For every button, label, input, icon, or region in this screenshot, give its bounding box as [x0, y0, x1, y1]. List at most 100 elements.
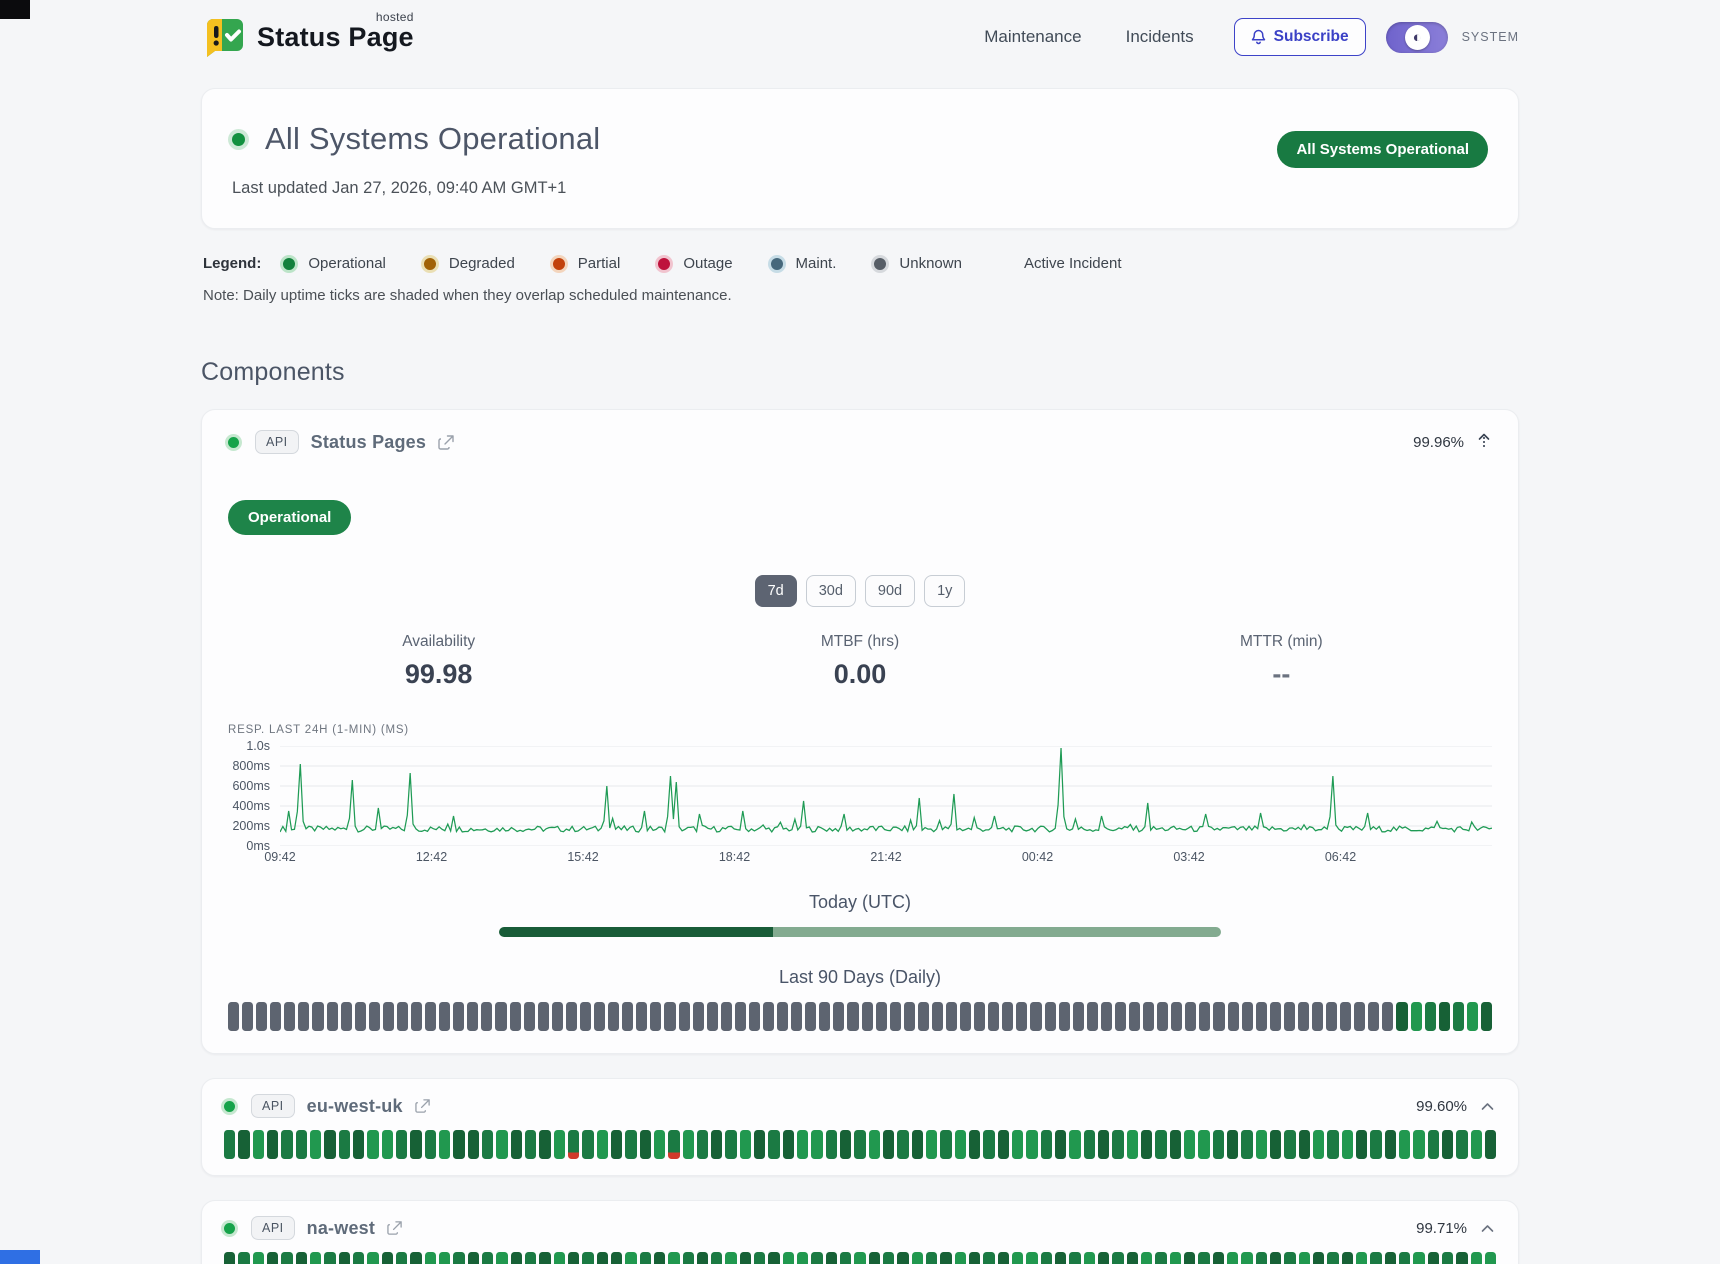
uptime-tick[interactable] — [711, 1252, 722, 1264]
uptime-tick[interactable] — [1382, 1002, 1393, 1031]
uptime-tick[interactable] — [1342, 1130, 1353, 1159]
uptime-tick[interactable] — [1342, 1252, 1353, 1264]
uptime-tick[interactable] — [310, 1130, 321, 1159]
uptime-tick[interactable] — [1411, 1002, 1422, 1031]
uptime-tick[interactable] — [597, 1252, 608, 1264]
uptime-tick[interactable] — [1155, 1252, 1166, 1264]
uptime-tick[interactable] — [883, 1252, 894, 1264]
uptime-tick[interactable] — [763, 1002, 774, 1031]
uptime-tick[interactable] — [754, 1252, 765, 1264]
uptime-tick[interactable] — [468, 1252, 479, 1264]
uptime-tick[interactable] — [1141, 1252, 1152, 1264]
uptime-tick[interactable] — [482, 1130, 493, 1159]
uptime-tick[interactable] — [1270, 1130, 1281, 1159]
uptime-tick[interactable] — [1284, 1002, 1295, 1031]
uptime-tick[interactable] — [327, 1002, 338, 1031]
uptime-tick[interactable] — [367, 1252, 378, 1264]
uptime-tick[interactable] — [511, 1252, 522, 1264]
uptime-tick[interactable] — [1313, 1252, 1324, 1264]
uptime-tick[interactable] — [883, 1130, 894, 1159]
uptime-tick[interactable] — [926, 1252, 937, 1264]
uptime-tick[interactable] — [797, 1252, 808, 1264]
uptime-tick[interactable] — [1326, 1002, 1337, 1031]
uptime-tick[interactable] — [238, 1130, 249, 1159]
uptime-tick[interactable] — [1356, 1252, 1367, 1264]
uptime-tick[interactable] — [554, 1252, 565, 1264]
uptime-tick[interactable] — [568, 1252, 579, 1264]
uptime-tick[interactable] — [783, 1130, 794, 1159]
uptime-tick[interactable] — [1184, 1130, 1195, 1159]
uptime-tick[interactable] — [918, 1002, 929, 1031]
external-link-icon[interactable] — [415, 1098, 431, 1114]
uptime-tick[interactable] — [425, 1002, 436, 1031]
uptime-tick[interactable] — [1157, 1002, 1168, 1031]
uptime-tick[interactable] — [238, 1252, 249, 1264]
uptime-tick[interactable] — [1456, 1130, 1467, 1159]
uptime-tick[interactable] — [854, 1252, 865, 1264]
uptime-tick[interactable] — [960, 1002, 971, 1031]
theme-toggle[interactable]: ◐ — [1386, 22, 1448, 53]
uptime-tick[interactable] — [640, 1130, 651, 1159]
uptime-tick[interactable] — [735, 1002, 746, 1031]
uptime-tick[interactable] — [1069, 1252, 1080, 1264]
uptime-tick[interactable] — [453, 1130, 464, 1159]
uptime-tick[interactable] — [369, 1002, 380, 1031]
uptime-tick[interactable] — [1270, 1252, 1281, 1264]
uptime-tick[interactable] — [654, 1252, 665, 1264]
uptime-tick[interactable] — [768, 1252, 779, 1264]
uptime-tick[interactable] — [1112, 1130, 1123, 1159]
uptime-tick[interactable] — [869, 1252, 880, 1264]
uptime-tick[interactable] — [1298, 1002, 1309, 1031]
uptime-tick[interactable] — [425, 1130, 436, 1159]
uptime-tick[interactable] — [611, 1252, 622, 1264]
uptime-tick[interactable] — [608, 1002, 619, 1031]
uptime-tick[interactable] — [496, 1252, 507, 1264]
uptime-tick[interactable] — [1026, 1252, 1037, 1264]
uptime-tick[interactable] — [224, 1252, 235, 1264]
uptime-tick[interactable] — [1084, 1252, 1095, 1264]
uptime-tick[interactable] — [668, 1252, 679, 1264]
uptime-tick[interactable] — [1213, 1130, 1224, 1159]
uptime-tick[interactable] — [1242, 1002, 1253, 1031]
uptime-tick[interactable] — [539, 1130, 550, 1159]
uptime-tick[interactable] — [611, 1130, 622, 1159]
uptime-tick[interactable] — [1228, 1002, 1239, 1031]
uptime-tick[interactable] — [1284, 1130, 1295, 1159]
uptime-tick[interactable] — [664, 1002, 675, 1031]
uptime-tick[interactable] — [1059, 1002, 1070, 1031]
uptime-tick[interactable] — [355, 1002, 366, 1031]
uptime-tick[interactable] — [668, 1130, 679, 1159]
uptime-tick[interactable] — [1370, 1130, 1381, 1159]
brand-logo[interactable]: hosted Status Page — [201, 14, 414, 60]
uptime-tick[interactable] — [711, 1130, 722, 1159]
uptime-tick[interactable] — [1185, 1002, 1196, 1031]
uptime-tick[interactable] — [1467, 1002, 1478, 1031]
uptime-tick[interactable] — [826, 1252, 837, 1264]
uptime-tick[interactable] — [897, 1130, 908, 1159]
uptime-tick[interactable] — [1115, 1002, 1126, 1031]
uptime-tick[interactable] — [969, 1130, 980, 1159]
uptime-tick[interactable] — [1101, 1002, 1112, 1031]
uptime-tick[interactable] — [1184, 1252, 1195, 1264]
nav-link-maintenance[interactable]: Maintenance — [984, 27, 1081, 47]
uptime-tick[interactable] — [1098, 1130, 1109, 1159]
uptime-tick[interactable] — [324, 1252, 335, 1264]
subscribe-button[interactable]: Subscribe — [1234, 18, 1366, 56]
uptime-tick[interactable] — [382, 1252, 393, 1264]
uptime-tick[interactable] — [1141, 1130, 1152, 1159]
uptime-tick[interactable] — [1170, 1130, 1181, 1159]
uptime-tick[interactable] — [296, 1252, 307, 1264]
uptime-tick[interactable] — [253, 1252, 264, 1264]
uptime-tick[interactable] — [1112, 1252, 1123, 1264]
uptime-tick[interactable] — [897, 1252, 908, 1264]
uptime-tick[interactable] — [524, 1002, 535, 1031]
range-button-1y[interactable]: 1y — [924, 575, 965, 607]
uptime-tick[interactable] — [367, 1130, 378, 1159]
uptime-tick[interactable] — [854, 1130, 865, 1159]
uptime-tick[interactable] — [284, 1002, 295, 1031]
uptime-tick[interactable] — [1471, 1130, 1482, 1159]
uptime-tick[interactable] — [1299, 1130, 1310, 1159]
uptime-tick[interactable] — [582, 1130, 593, 1159]
uptime-tick[interactable] — [1012, 1130, 1023, 1159]
uptime-tick[interactable] — [1098, 1252, 1109, 1264]
